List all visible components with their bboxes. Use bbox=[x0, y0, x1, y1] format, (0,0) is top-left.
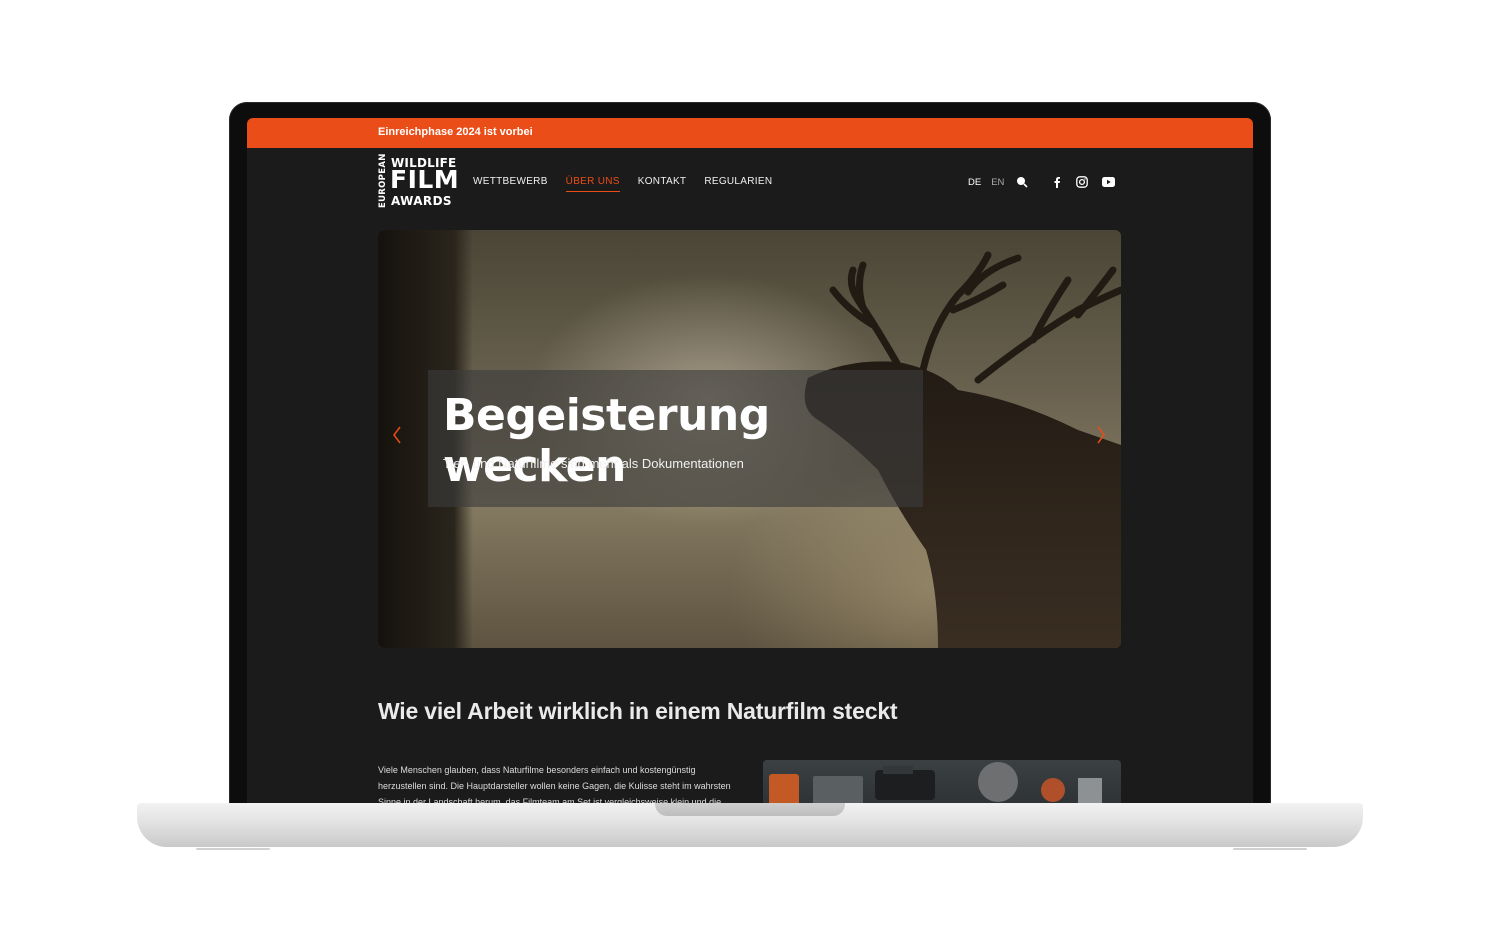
nav-item-regularien[interactable]: REGULARIEN bbox=[704, 176, 772, 192]
laptop-notch bbox=[655, 803, 845, 816]
laptop-foot-right bbox=[1233, 848, 1307, 850]
section-title: Wie viel Arbeit wirklich in einem Naturf… bbox=[378, 698, 898, 724]
laptop-foot-left bbox=[196, 848, 270, 850]
search-icon[interactable] bbox=[1016, 176, 1028, 188]
announcement-text: Einreichphase 2024 ist vorbei bbox=[378, 126, 533, 138]
header-tools: DE EN bbox=[968, 176, 1116, 188]
instagram-icon[interactable] bbox=[1076, 176, 1089, 188]
site-logo[interactable]: EUROPEAN WILDLIFE FILM AWARDS bbox=[378, 153, 459, 210]
facebook-icon[interactable] bbox=[1052, 176, 1062, 188]
lang-de[interactable]: DE bbox=[968, 177, 981, 188]
nav-item-ueber-uns[interactable]: ÜBER UNS bbox=[565, 176, 620, 192]
browser-screen: Einreichphase 2024 ist vorbei EUROPEAN W… bbox=[247, 118, 1253, 804]
chevron-right-icon[interactable] bbox=[1096, 426, 1106, 449]
main-nav: WETTBEWERB ÜBER UNS KONTAKT REGULARIEN bbox=[473, 176, 772, 192]
logo-line2: FILM bbox=[390, 165, 460, 194]
hero-caption: Begeisterung wecken Tier- und Naturfilme… bbox=[428, 370, 923, 507]
hero-slider[interactable]: Begeisterung wecken Tier- und Naturfilme… bbox=[378, 230, 1121, 648]
nav-item-wettbewerb[interactable]: WETTBEWERB bbox=[473, 176, 548, 192]
logo-line3: AWARDS bbox=[391, 194, 452, 208]
chevron-left-icon[interactable] bbox=[392, 426, 402, 449]
logo-vertical-text: EUROPEAN bbox=[378, 153, 388, 208]
lang-en[interactable]: EN bbox=[991, 177, 1004, 188]
announcement-bar[interactable]: Einreichphase 2024 ist vorbei bbox=[247, 118, 1253, 148]
nav-item-kontakt[interactable]: KONTAKT bbox=[638, 176, 687, 192]
equipment-image bbox=[763, 760, 1121, 804]
section-body: Viele Menschen glauben, dass Naturfilme … bbox=[378, 765, 731, 804]
youtube-icon[interactable] bbox=[1102, 177, 1116, 187]
hero-title: Begeisterung wecken bbox=[443, 390, 770, 492]
hero-subtitle: Tier- und Naturfilme sind mehr als Dokum… bbox=[443, 456, 744, 471]
